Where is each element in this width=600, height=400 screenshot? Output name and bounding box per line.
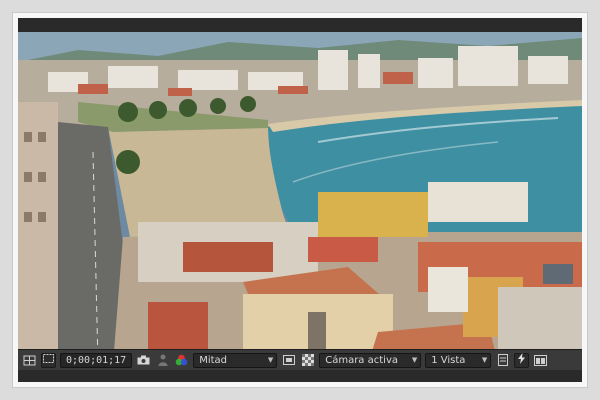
render-icon[interactable] bbox=[495, 353, 510, 368]
safe-margins-button[interactable] bbox=[41, 352, 56, 368]
footage-frame-image bbox=[18, 32, 582, 364]
person-icon[interactable] bbox=[155, 353, 170, 368]
chevron-down-icon: ▼ bbox=[267, 355, 274, 364]
fast-preview-icon bbox=[517, 352, 526, 368]
chevron-down-icon: ▼ bbox=[411, 355, 418, 364]
timeline-icon[interactable] bbox=[533, 353, 548, 368]
composition-panel: 0;00;01;17 Mitad ▼ Cámara activa ▼ 1 Vis… bbox=[18, 18, 582, 382]
chevron-down-icon: ▼ bbox=[481, 355, 488, 364]
panel-top-bar bbox=[18, 18, 582, 32]
transparency-grid-icon[interactable] bbox=[300, 353, 315, 368]
camera-value: Cámara activa bbox=[325, 354, 398, 366]
panel-bottom-bar bbox=[18, 370, 582, 382]
camera-icon[interactable] bbox=[136, 353, 151, 368]
region-of-interest-icon[interactable] bbox=[281, 353, 296, 368]
views-value: 1 Vista bbox=[431, 354, 466, 366]
resolution-value: Mitad bbox=[199, 354, 228, 366]
grid-icon[interactable] bbox=[22, 353, 37, 368]
current-time-display[interactable]: 0;00;01;17 bbox=[60, 352, 133, 368]
composition-viewport[interactable] bbox=[18, 32, 582, 364]
viewer-toolbar: 0;00;01;17 Mitad ▼ Cámara activa ▼ 1 Vis… bbox=[18, 349, 582, 370]
rgb-channels-icon[interactable] bbox=[174, 353, 189, 368]
resolution-select[interactable]: Mitad ▼ bbox=[193, 352, 278, 368]
safe-margins-icon bbox=[43, 353, 54, 367]
fast-preview-button[interactable] bbox=[514, 352, 530, 368]
camera-select[interactable]: Cámara activa ▼ bbox=[319, 352, 422, 368]
views-select[interactable]: 1 Vista ▼ bbox=[425, 352, 492, 368]
